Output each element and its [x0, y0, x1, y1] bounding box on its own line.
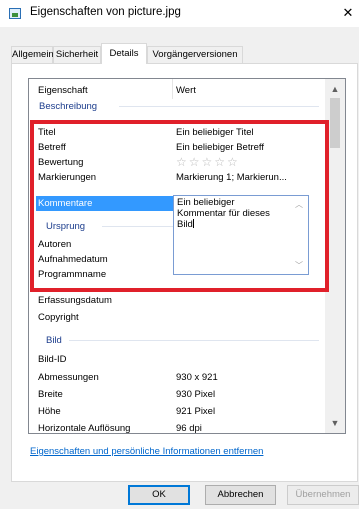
row-abmessungen[interactable]: Abmessungen 930 x 921	[29, 370, 325, 385]
group-divider	[119, 106, 319, 107]
prop-label: Höhe	[38, 406, 61, 417]
header-divider[interactable]	[172, 79, 173, 99]
scroll-down-icon[interactable]: ▼	[325, 416, 345, 430]
row-betreff[interactable]: Betreff Ein beliebiger Betreff	[29, 140, 325, 155]
group-divider	[102, 226, 174, 227]
prop-value: 930 x 921	[176, 372, 218, 383]
prop-label: Markierungen	[38, 172, 97, 183]
group-bild: Bild	[29, 333, 325, 348]
row-bewertung[interactable]: Bewertung ☆☆☆☆☆	[29, 155, 325, 170]
scroll-up-icon[interactable]: ▲	[325, 82, 345, 96]
row-markierungen[interactable]: Markierungen Markierung 1; Markierun...	[29, 170, 325, 185]
prop-value: Markierung 1; Markierun...	[176, 172, 287, 183]
cancel-button[interactable]: Abbrechen	[205, 485, 276, 505]
comment-editor[interactable]: Ein beliebiger Kommentar für dieses Bild…	[173, 195, 309, 275]
chevron-up-icon[interactable]: ︿	[295, 199, 303, 210]
chevron-down-icon[interactable]: ﹀	[295, 260, 303, 271]
row-titel[interactable]: Titel Ein beliebiger Titel	[29, 125, 325, 140]
close-icon[interactable]: ✕	[337, 3, 359, 23]
prop-label: Breite	[38, 389, 63, 400]
remove-properties-link[interactable]: Eigenschaften und persönliche Informatio…	[30, 446, 263, 457]
prop-label: Autoren	[38, 239, 72, 250]
comment-text[interactable]: Ein beliebiger Kommentar für dieses Bild	[177, 197, 287, 231]
list-header: Eigenschaft Wert	[29, 83, 329, 99]
window-title: Eigenschaften von picture.jpg	[30, 6, 181, 18]
title-bar: Eigenschaften von picture.jpg ✕	[0, 0, 359, 27]
row-horizontale-aufloesung[interactable]: Horizontale Auflösung 96 dpi	[29, 421, 325, 433]
prop-value: 921 Pixel	[176, 406, 216, 417]
prop-label: Aufnahmedatum	[38, 254, 108, 265]
prop-label: Titel	[38, 127, 56, 138]
rating-stars[interactable]: ☆☆☆☆☆	[176, 155, 240, 170]
row-kommentare[interactable]: Kommentare	[36, 196, 174, 211]
prop-value: 96 dpi	[176, 423, 202, 433]
group-label: Beschreibung	[39, 101, 98, 112]
prop-label: Bewertung	[38, 157, 84, 168]
prop-value: Ein beliebiger Betreff	[176, 142, 265, 153]
row-copyright[interactable]: Copyright	[29, 310, 325, 325]
apply-button[interactable]: Übernehmen	[287, 485, 359, 505]
scrollbar-thumb[interactable]	[330, 98, 340, 148]
tab-vorgaengerversionen[interactable]: Vorgängerversionen	[147, 46, 243, 63]
prop-label: Erfassungsdatum	[38, 295, 112, 306]
group-beschreibung: Beschreibung	[29, 99, 325, 114]
row-breite[interactable]: Breite 930 Pixel	[29, 387, 325, 402]
group-divider	[69, 340, 319, 341]
prop-value: Ein beliebiger Titel	[176, 127, 254, 138]
tab-sicherheit[interactable]: Sicherheit	[53, 46, 101, 63]
prop-label: Kommentare	[38, 198, 93, 209]
prop-label: Horizontale Auflösung	[38, 423, 131, 433]
prop-label: Bild-ID	[38, 354, 67, 365]
ok-button[interactable]: OK	[128, 485, 190, 505]
tab-allgemein[interactable]: Allgemein	[11, 46, 54, 63]
row-erfassungsdatum[interactable]: Erfassungsdatum	[29, 293, 325, 308]
row-bild-id[interactable]: Bild-ID	[29, 352, 325, 367]
group-label: Bild	[46, 335, 62, 346]
header-wert[interactable]: Wert	[176, 83, 196, 98]
prop-value: 930 Pixel	[176, 389, 216, 400]
header-eigenschaft[interactable]: Eigenschaft	[38, 83, 88, 98]
prop-label: Copyright	[38, 312, 79, 323]
text-caret	[192, 219, 194, 228]
prop-label: Abmessungen	[38, 372, 99, 383]
prop-label: Betreff	[38, 142, 66, 153]
image-file-icon	[9, 8, 21, 19]
tab-details[interactable]: Details	[101, 43, 147, 64]
group-label: Ursprung	[46, 221, 86, 232]
row-hoehe[interactable]: Höhe 921 Pixel	[29, 404, 325, 419]
prop-label: Programmname	[38, 269, 107, 280]
